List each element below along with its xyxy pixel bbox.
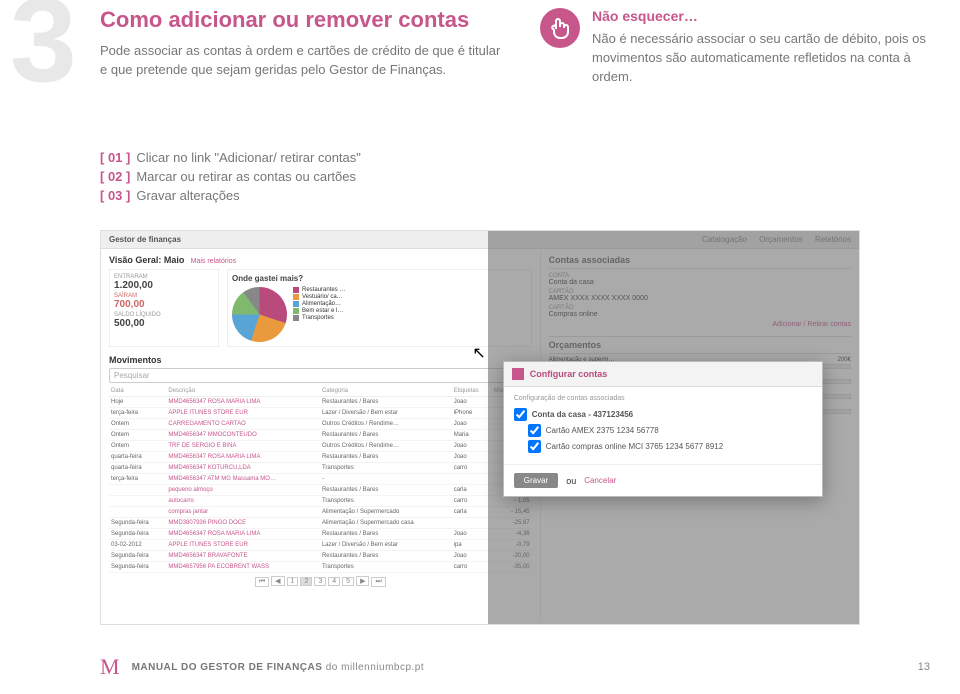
intro-text: Pode associar as contas à ordem e cartõe… xyxy=(100,42,510,80)
step-text: Gravar alterações xyxy=(136,188,239,203)
more-reports-link[interactable]: Mais relatórios xyxy=(191,258,237,265)
section-number: 3 xyxy=(10,0,77,100)
step-text: Marcar ou retirar as contas ou cartões xyxy=(136,169,356,184)
save-button[interactable]: Gravar xyxy=(514,473,558,488)
overview-title: Visão Geral: Maio xyxy=(109,255,184,265)
app-title: Gestor de finanças xyxy=(109,235,181,244)
step-text: Clicar no link "Adicionar/ retirar conta… xyxy=(136,150,361,165)
header: Como adicionar ou remover contas Pode as… xyxy=(100,8,930,87)
pagination[interactable]: ⏮◀12345▶⏭ xyxy=(109,576,532,587)
account-checkbox[interactable]: Conta da casa - 437123456 xyxy=(514,408,812,421)
or-text: ou xyxy=(566,476,576,486)
page-footer: M MANUAL DO GESTOR DE FINANÇAS do millen… xyxy=(100,654,930,680)
step-tag: [ 02 ] xyxy=(100,169,130,184)
note-body: Não é necessário associar o seu cartão d… xyxy=(592,30,930,87)
step-tag: [ 03 ] xyxy=(100,188,130,203)
card-checkbox[interactable]: Cartão compras online MCI 3765 1234 5677… xyxy=(528,440,812,453)
configure-dialog: Configurar contas Configuração de contas… xyxy=(503,361,823,497)
movements-table: DataDescriçãoCategoriaEtiquetasMontante … xyxy=(109,386,532,573)
page-title: Como adicionar ou remover contas xyxy=(100,8,510,32)
note-title: Não esquecer… xyxy=(592,8,930,24)
cursor-icon: ↖ xyxy=(472,343,485,363)
dialog-title: Configurar contas xyxy=(530,369,608,379)
steps-list: [ 01 ] Clicar no link "Adicionar/ retirar… xyxy=(100,150,361,207)
movements-title: Movimentos xyxy=(109,355,532,365)
hand-icon xyxy=(540,8,580,48)
search-input[interactable]: Pesquisar 🔍 xyxy=(109,368,532,383)
logo-icon: M xyxy=(100,654,120,680)
cancel-link[interactable]: Cancelar xyxy=(584,476,616,485)
page-number: 13 xyxy=(918,661,930,673)
step-tag: [ 01 ] xyxy=(100,150,130,165)
stats-box: ENTRARAM 1.200,00 SAÍRAM 700,00 SALDO LÍ… xyxy=(109,269,219,347)
screenshot-mock: Gestor de finanças Catalogação Orçamento… xyxy=(100,230,860,625)
dialog-icon xyxy=(512,368,524,380)
pie-chart: Onde gastei mais? Restaurantes …Vestuári… xyxy=(227,269,532,347)
dialog-subtitle: Configuração de contas associadas xyxy=(514,395,812,402)
card-checkbox[interactable]: Cartão AMEX 2375 1234 56778 xyxy=(528,424,812,437)
